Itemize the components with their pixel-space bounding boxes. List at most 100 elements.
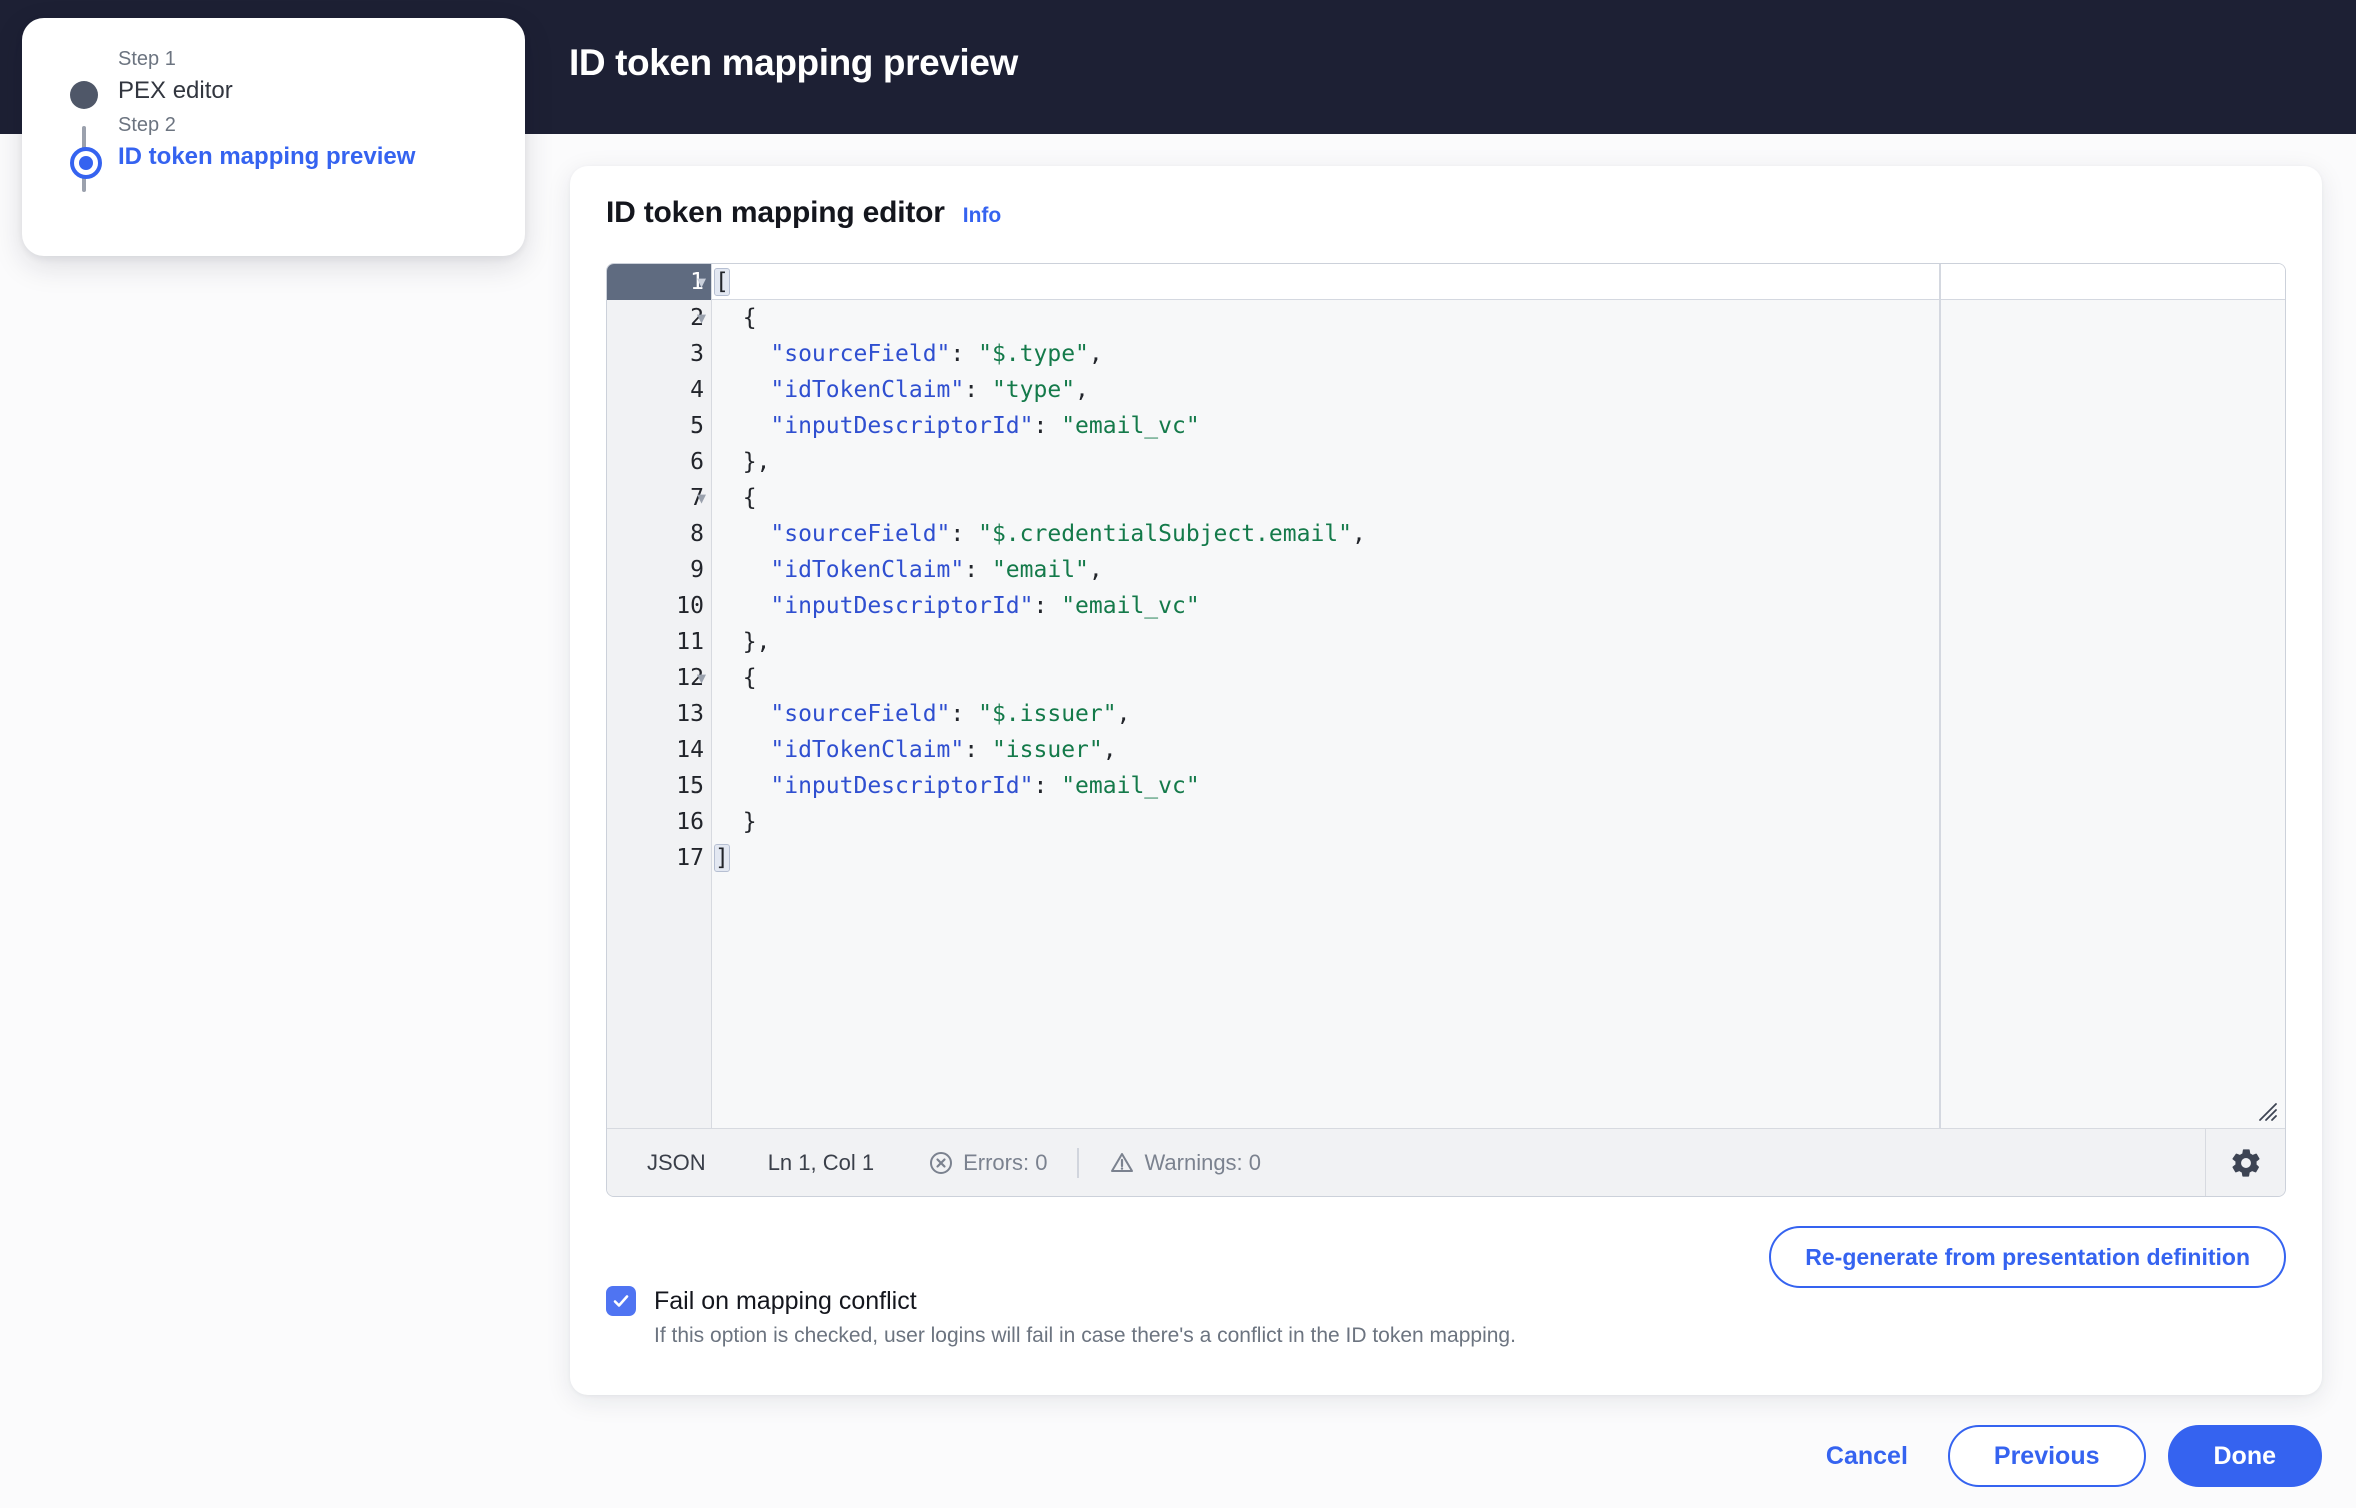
code-token-pun: ,: [1351, 521, 1366, 547]
code-token-str: "type": [991, 377, 1076, 403]
json-code-editor[interactable]: 1 ▼ 2 ▼ 3 4 5 6 7 ▼ 8 9 10 11 12 ▼ 13 14 15 16 17 [ { "sourc…: [606, 263, 2286, 1197]
code-line[interactable]: [: [714, 264, 2285, 300]
step-2-index-label: Step 2: [118, 114, 176, 136]
code-line[interactable]: },: [715, 624, 2285, 660]
code-token-pun: :: [964, 377, 992, 403]
editor-status-bar: JSON Ln 1, Col 1 Errors: 0 Warnings: 0: [607, 1128, 2285, 1196]
code-token-str: "$.credentialSubject.email": [978, 521, 1352, 547]
line-number: 2 ▼: [607, 300, 711, 336]
done-button[interactable]: Done: [2167, 1425, 2322, 1487]
fail-on-mapping-conflict-checkbox[interactable]: [606, 1286, 636, 1316]
line-number: 16: [676, 809, 704, 835]
code-line[interactable]: "sourceField": "$.issuer",: [715, 696, 2285, 732]
code-token-pun: :: [964, 737, 992, 763]
code-line[interactable]: "inputDescriptorId": "email_vc": [715, 588, 2285, 624]
app-root: ID token mapping preview Step 1 PEX edit…: [0, 0, 2356, 1508]
code-token-pun: :: [1033, 773, 1062, 799]
wizard-stepper: Step 1 PEX editor Step 2 ID token mappin…: [22, 18, 525, 256]
code-token-str: "$.type": [978, 341, 1089, 367]
editor-settings-button[interactable]: [2205, 1129, 2285, 1196]
fold-toggle-icon[interactable]: ▼: [697, 480, 706, 516]
id-token-mapping-editor-card: ID token mapping editor Info 1 ▼ 2 ▼ 3 4 5 6 7 ▼ 8…: [570, 166, 2322, 1395]
code-token-key: "inputDescriptorId": [715, 593, 1034, 619]
code-line[interactable]: {: [715, 660, 2285, 696]
line-number: 17: [676, 845, 704, 871]
code-token-pun: ,: [1088, 341, 1103, 367]
code-token-pun: },: [715, 629, 771, 655]
fail-on-mapping-conflict-help-text: If this option is checked, user logins w…: [654, 1324, 1516, 1347]
line-number: 11: [676, 629, 704, 655]
editor-body[interactable]: 1 ▼ 2 ▼ 3 4 5 6 7 ▼ 8 9 10 11 12 ▼ 13 14 15 16 17 [ { "sourc…: [607, 264, 2285, 1128]
editor-language-label: JSON: [647, 1149, 706, 1175]
line-number: 9: [690, 557, 704, 583]
code-token-key: "idTokenClaim": [715, 737, 965, 763]
checkmark-icon: [613, 1295, 629, 1307]
page-title: ID token mapping preview: [569, 42, 1018, 83]
code-line[interactable]: "idTokenClaim": "type",: [715, 372, 2285, 408]
code-line[interactable]: "sourceField": "$.type",: [715, 336, 2285, 372]
code-line[interactable]: },: [715, 444, 2285, 480]
code-token-str: "email": [991, 557, 1089, 583]
line-number: 5: [690, 413, 704, 439]
regenerate-from-presentation-definition-button[interactable]: Re-generate from presentation definition: [1769, 1226, 2286, 1288]
editor-warnings-status: Warnings: 0: [1109, 1150, 1261, 1176]
code-token-pun: :: [950, 701, 979, 727]
editor-code-area[interactable]: [ { "sourceField": "$.type", "idTokenCla…: [712, 264, 2285, 1128]
code-line[interactable]: ]: [714, 840, 2285, 876]
line-number: 1 ▼: [607, 264, 711, 300]
code-token-pun: ,: [1102, 737, 1117, 763]
code-token-str: "email_vc": [1061, 593, 1200, 619]
editor-errors-status: Errors: 0: [928, 1150, 1047, 1176]
line-number: 10: [676, 593, 704, 619]
step-1-name: PEX editor: [118, 77, 233, 104]
code-token-pun: :: [950, 521, 979, 547]
line-number: 7 ▼: [607, 480, 711, 516]
previous-button[interactable]: Previous: [1947, 1425, 2146, 1487]
step-2-radio-icon: [70, 147, 102, 179]
card-header: ID token mapping editor Info: [606, 196, 1001, 230]
code-token-key: "sourceField": [715, 521, 951, 547]
editor-code-lines[interactable]: [ { "sourceField": "$.type", "idTokenCla…: [712, 264, 2285, 876]
line-number: 4: [690, 377, 704, 403]
code-line[interactable]: {: [715, 300, 2285, 336]
code-token-pun: ,: [1088, 557, 1103, 583]
code-token-str: "email_vc": [1061, 773, 1200, 799]
code-token-str: "email_vc": [1061, 413, 1200, 439]
status-divider: [1077, 1147, 1080, 1178]
code-line[interactable]: "idTokenClaim": "issuer",: [715, 732, 2285, 768]
fold-toggle-icon[interactable]: ▼: [697, 660, 706, 696]
code-token-pun: :: [1033, 413, 1062, 439]
code-token-pun: {: [715, 305, 757, 331]
fold-toggle-icon[interactable]: ▼: [697, 264, 706, 300]
editor-status-items: JSON Ln 1, Col 1 Errors: 0 Warnings: 0: [607, 1129, 2205, 1196]
code-token-pun: {: [715, 665, 757, 691]
gear-icon: [2231, 1148, 2260, 1177]
code-line[interactable]: "inputDescriptorId": "email_vc": [715, 768, 2285, 804]
dialog-footer: Cancel Previous Done: [1808, 1425, 2322, 1487]
code-line[interactable]: }: [715, 804, 2285, 840]
editor-line-number-gutter: 1 ▼ 2 ▼ 3 4 5 6 7 ▼ 8 9 10 11 12 ▼ 13 14 15 16 17: [607, 264, 712, 1128]
fold-toggle-icon[interactable]: ▼: [697, 300, 706, 336]
line-number: 8: [690, 521, 704, 547]
error-circle-icon: [930, 1151, 953, 1174]
line-number: 6: [690, 449, 704, 475]
editor-cursor-position: Ln 1, Col 1: [767, 1149, 875, 1175]
editor-warnings-label: Warnings: 0: [1144, 1149, 1262, 1175]
info-link[interactable]: Info: [963, 204, 1001, 228]
code-token-str: "issuer": [991, 737, 1103, 763]
code-token-key: "sourceField": [715, 341, 951, 367]
code-line[interactable]: {: [715, 480, 2285, 516]
code-token-pun: {: [715, 485, 757, 511]
cancel-button[interactable]: Cancel: [1808, 1428, 1926, 1485]
code-token-pun: ]: [714, 844, 730, 872]
code-token-pun: [: [714, 268, 730, 296]
warning-triangle-icon: [1111, 1152, 1134, 1172]
code-token-pun: :: [950, 341, 979, 367]
resize-grip-icon[interactable]: [2257, 1101, 2279, 1123]
code-token-key: "inputDescriptorId": [715, 413, 1034, 439]
code-token-pun: ,: [1075, 377, 1089, 403]
line-number: 3: [690, 341, 704, 367]
code-line[interactable]: "idTokenClaim": "email",: [715, 552, 2285, 588]
code-line[interactable]: "sourceField": "$.credentialSubject.emai…: [715, 516, 2285, 552]
code-line[interactable]: "inputDescriptorId": "email_vc": [715, 408, 2285, 444]
